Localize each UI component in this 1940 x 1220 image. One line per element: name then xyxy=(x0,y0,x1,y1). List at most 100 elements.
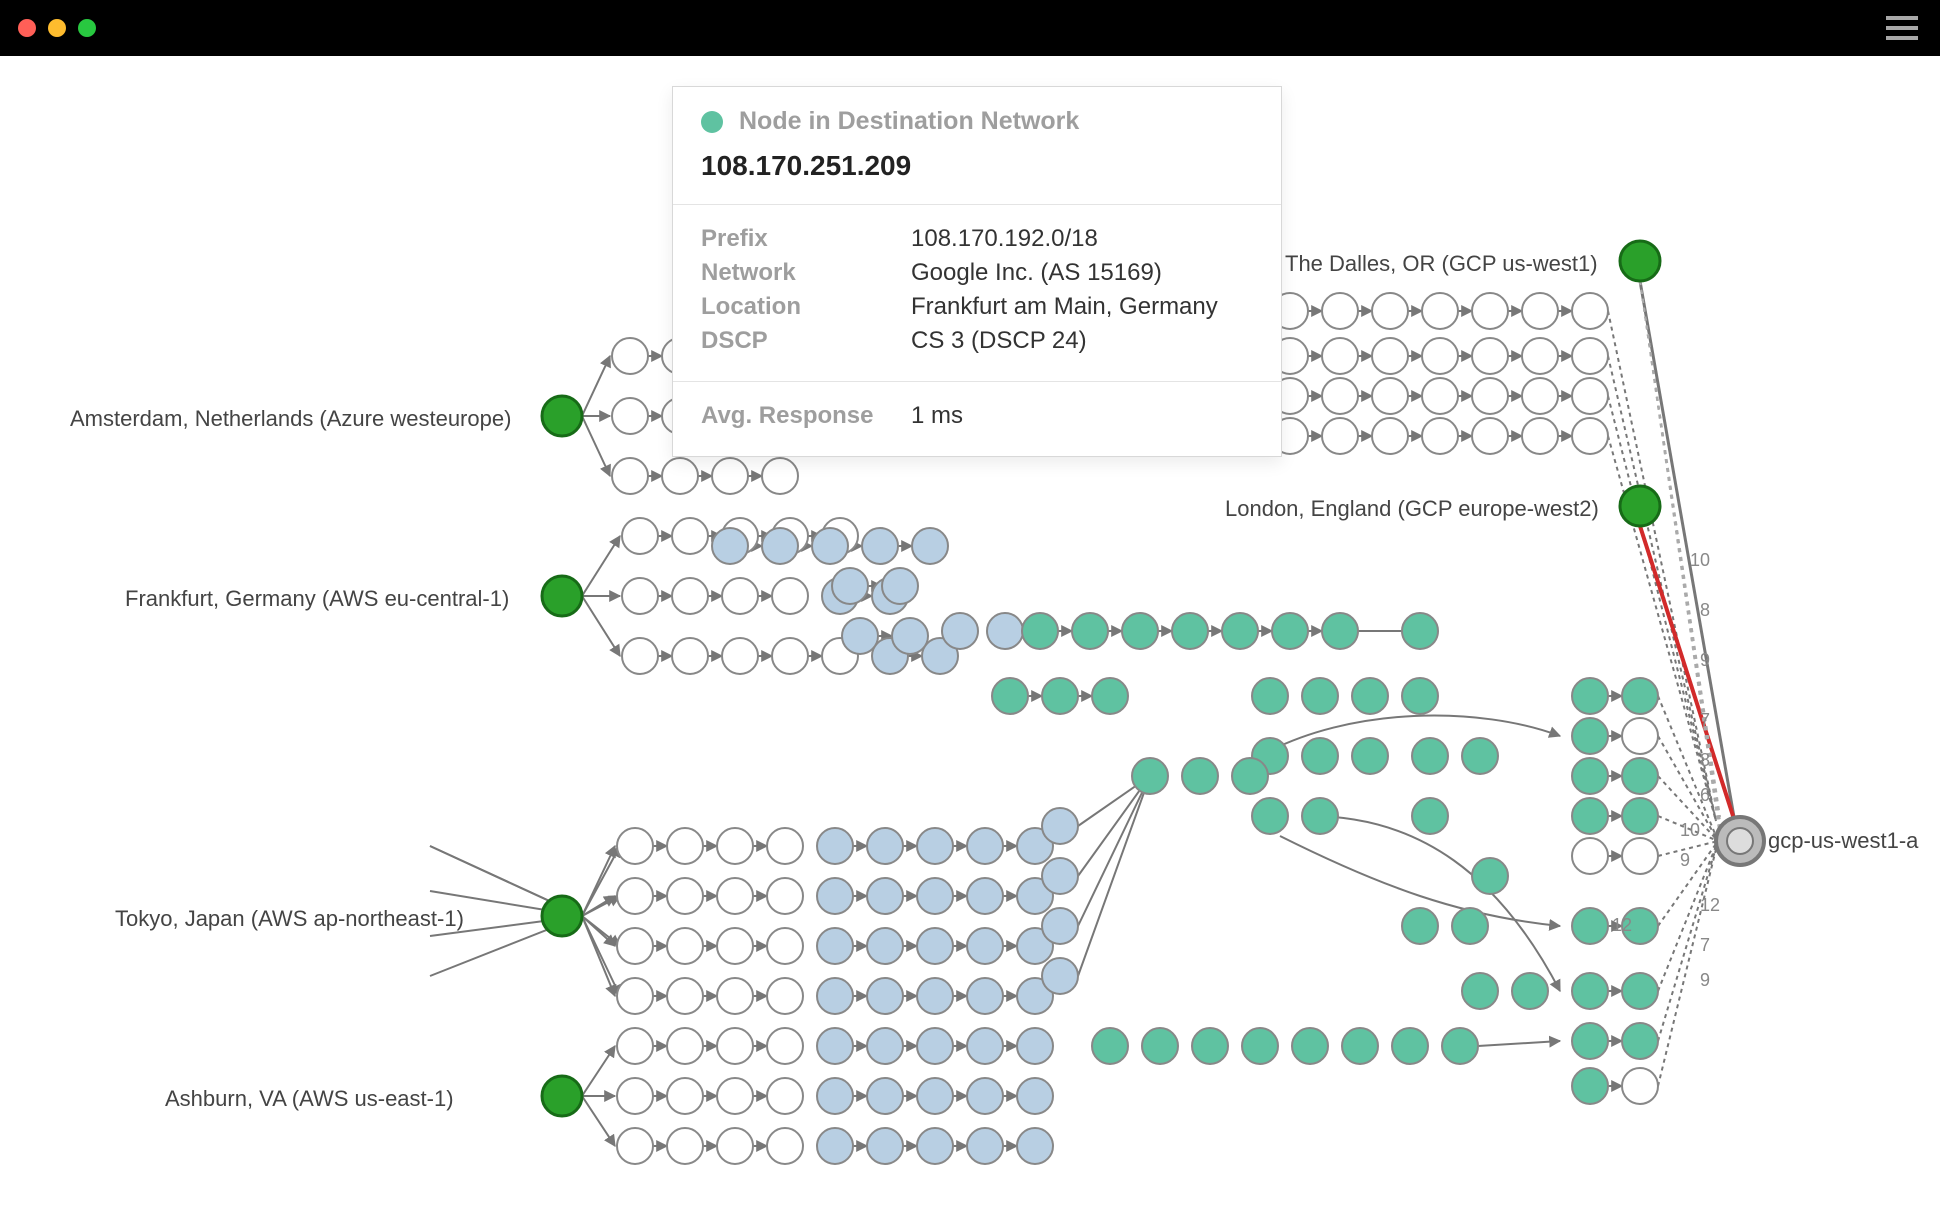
hop-node[interactable] xyxy=(1132,758,1168,794)
hop-node[interactable] xyxy=(662,458,698,494)
hop-node[interactable] xyxy=(1572,293,1608,329)
window-minimize-icon[interactable] xyxy=(48,19,66,37)
hop-node[interactable] xyxy=(667,1078,703,1114)
path-link[interactable] xyxy=(582,416,610,476)
hop-node[interactable] xyxy=(1302,798,1338,834)
hop-node[interactable] xyxy=(767,828,803,864)
hop-node[interactable] xyxy=(867,1028,903,1064)
hop-node[interactable] xyxy=(1572,678,1608,714)
hop-node[interactable] xyxy=(1352,738,1388,774)
path-link[interactable] xyxy=(582,1046,615,1096)
hop-node[interactable] xyxy=(622,638,658,674)
hop-node[interactable] xyxy=(1622,1068,1658,1104)
hop-node[interactable] xyxy=(767,1078,803,1114)
hop-node[interactable] xyxy=(767,1028,803,1064)
hop-node[interactable] xyxy=(1572,838,1608,874)
hop-node[interactable] xyxy=(617,878,653,914)
hop-node[interactable] xyxy=(1042,858,1078,894)
hop-node[interactable] xyxy=(612,398,648,434)
hop-node[interactable] xyxy=(762,458,798,494)
window-close-icon[interactable] xyxy=(18,19,36,37)
hop-node[interactable] xyxy=(1222,613,1258,649)
hop-node[interactable] xyxy=(1302,678,1338,714)
hop-node[interactable] xyxy=(967,828,1003,864)
hop-node[interactable] xyxy=(1572,338,1608,374)
target-node-inner[interactable] xyxy=(1727,828,1753,854)
hop-node[interactable] xyxy=(867,1128,903,1164)
hop-node[interactable] xyxy=(772,638,808,674)
hop-node[interactable] xyxy=(617,1128,653,1164)
hop-node[interactable] xyxy=(1042,958,1078,994)
hop-node[interactable] xyxy=(617,978,653,1014)
hop-node[interactable] xyxy=(1622,838,1658,874)
hop-node[interactable] xyxy=(1392,1028,1428,1064)
hop-node[interactable] xyxy=(1372,378,1408,414)
hop-node[interactable] xyxy=(672,578,708,614)
hop-node[interactable] xyxy=(1122,613,1158,649)
hop-node[interactable] xyxy=(1572,798,1608,834)
hop-node[interactable] xyxy=(987,613,1023,649)
hop-node[interactable] xyxy=(1572,378,1608,414)
hop-node[interactable] xyxy=(832,568,868,604)
hop-node[interactable] xyxy=(617,828,653,864)
hop-node[interactable] xyxy=(917,1028,953,1064)
hop-node[interactable] xyxy=(867,928,903,964)
hop-node[interactable] xyxy=(1092,678,1128,714)
hop-node[interactable] xyxy=(1472,378,1508,414)
hop-node[interactable] xyxy=(767,1128,803,1164)
hop-node[interactable] xyxy=(667,878,703,914)
hop-node[interactable] xyxy=(817,978,853,1014)
hop-node[interactable] xyxy=(1042,908,1078,944)
hop-node[interactable] xyxy=(882,568,918,604)
hop-node[interactable] xyxy=(1572,1023,1608,1059)
hop-node[interactable] xyxy=(1042,808,1078,844)
hop-node[interactable] xyxy=(1462,738,1498,774)
hop-node[interactable] xyxy=(1462,973,1498,1009)
hop-node[interactable] xyxy=(867,1078,903,1114)
hop-node[interactable] xyxy=(1572,973,1608,1009)
path-link[interactable] xyxy=(1478,1041,1560,1046)
hop-node[interactable] xyxy=(1342,1028,1378,1064)
hop-node[interactable] xyxy=(717,878,753,914)
hop-node[interactable] xyxy=(1372,338,1408,374)
hop-node[interactable] xyxy=(1422,418,1458,454)
hop-node[interactable] xyxy=(1522,293,1558,329)
path-link[interactable] xyxy=(1078,776,1150,976)
hop-node[interactable] xyxy=(717,1078,753,1114)
hop-node[interactable] xyxy=(1522,418,1558,454)
source-node[interactable] xyxy=(542,576,582,616)
hop-node[interactable] xyxy=(1572,418,1608,454)
hop-node[interactable] xyxy=(1622,758,1658,794)
hop-node[interactable] xyxy=(1622,678,1658,714)
hop-node[interactable] xyxy=(1372,293,1408,329)
source-node[interactable] xyxy=(542,396,582,436)
hop-node[interactable] xyxy=(1622,798,1658,834)
hop-node[interactable] xyxy=(1322,293,1358,329)
hop-node[interactable] xyxy=(1422,378,1458,414)
hop-node[interactable] xyxy=(917,978,953,1014)
hop-node[interactable] xyxy=(967,928,1003,964)
hop-node[interactable] xyxy=(1572,1068,1608,1104)
source-node[interactable] xyxy=(1620,486,1660,526)
hop-node[interactable] xyxy=(717,928,753,964)
hop-node[interactable] xyxy=(1402,908,1438,944)
hop-node[interactable] xyxy=(917,878,953,914)
hop-node[interactable] xyxy=(1142,1028,1178,1064)
hop-node[interactable] xyxy=(967,1078,1003,1114)
hop-node[interactable] xyxy=(622,518,658,554)
hop-node[interactable] xyxy=(817,928,853,964)
hop-node[interactable] xyxy=(1522,378,1558,414)
hop-node[interactable] xyxy=(667,828,703,864)
hop-node[interactable] xyxy=(1472,418,1508,454)
hop-node[interactable] xyxy=(1622,973,1658,1009)
hop-node[interactable] xyxy=(1452,908,1488,944)
hop-node[interactable] xyxy=(867,878,903,914)
hop-node[interactable] xyxy=(912,528,948,564)
hop-node[interactable] xyxy=(1352,678,1388,714)
hop-node[interactable] xyxy=(1252,678,1288,714)
hop-node[interactable] xyxy=(842,618,878,654)
source-node[interactable] xyxy=(1620,241,1660,281)
hop-node[interactable] xyxy=(867,828,903,864)
hop-node[interactable] xyxy=(712,458,748,494)
hop-node[interactable] xyxy=(1472,858,1508,894)
